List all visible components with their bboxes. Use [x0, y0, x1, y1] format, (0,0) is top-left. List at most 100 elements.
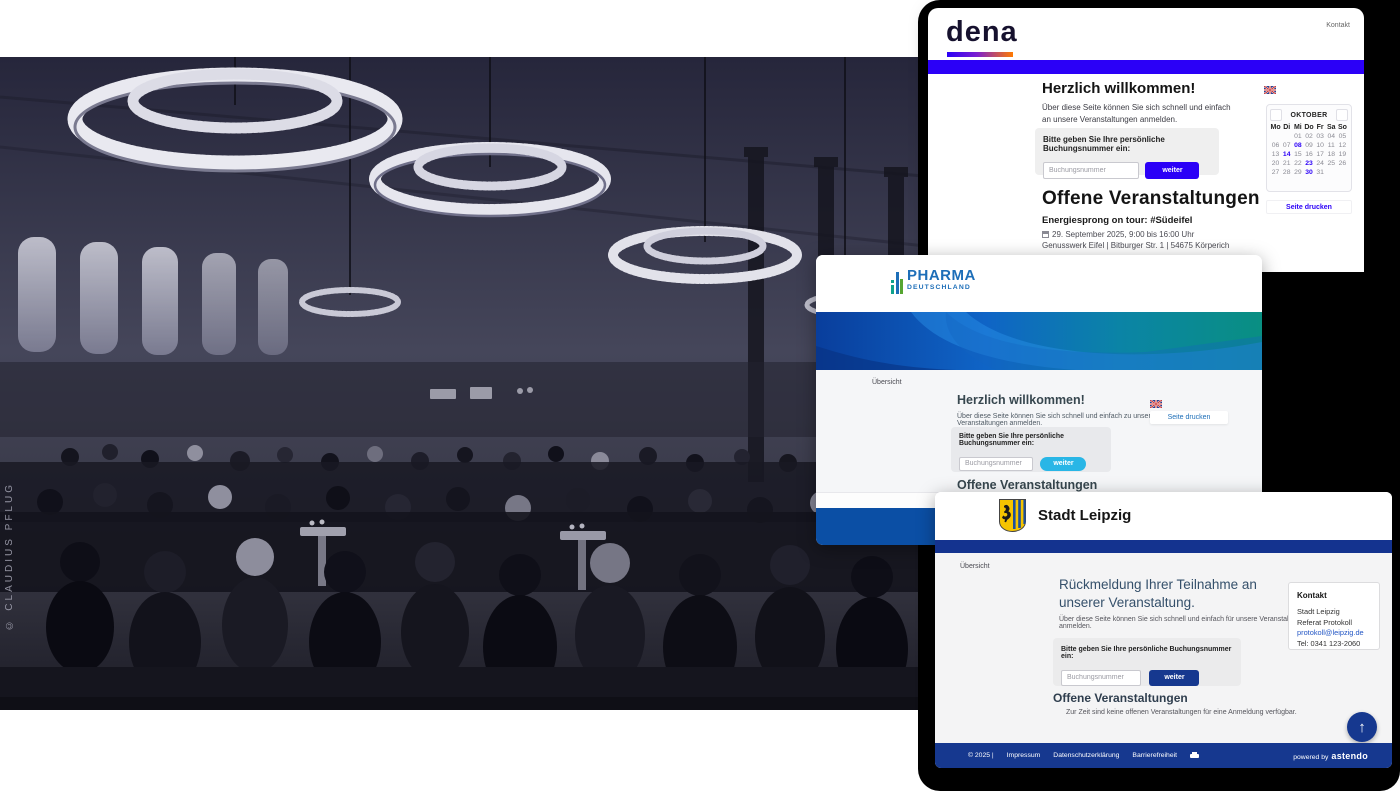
calendar-day[interactable]: 02 — [1303, 133, 1314, 140]
leipzig-coat-of-arms-icon — [999, 499, 1026, 532]
dena-events-title: Offene Veranstaltungen — [1042, 188, 1260, 210]
calendar-day[interactable]: 30 — [1303, 169, 1314, 176]
calendar-day-name: Di — [1281, 124, 1292, 131]
leipzig-booking-box: Bitte geben Sie Ihre persönliche Buchung… — [1053, 638, 1241, 686]
calendar-day[interactable]: 19 — [1337, 151, 1348, 158]
calendar-icon — [1042, 231, 1049, 238]
calendar-day-name: Mo — [1270, 124, 1281, 131]
scroll-to-top-button[interactable]: ↑ — [1347, 712, 1377, 742]
dena-booking-input[interactable] — [1043, 162, 1139, 179]
photo-illustration — [0, 57, 935, 710]
printer-icon[interactable] — [1190, 752, 1199, 759]
calendar-day[interactable]: 09 — [1303, 142, 1314, 149]
leipzig-logo: Stadt Leipzig — [999, 499, 1131, 532]
photo-credit: © CLAUDIUS PFLUG — [4, 482, 15, 630]
dena-welcome-title: Herzlich willkommen! — [1042, 80, 1195, 97]
calendar-day-name: Mi — [1292, 124, 1303, 131]
leipzig-events-empty: Zur Zeit sind keine offenen Veranstaltun… — [1066, 709, 1297, 716]
dena-logo-underline — [947, 52, 1013, 57]
pharma-booking-input[interactable] — [959, 457, 1033, 471]
calendar-day[interactable]: 17 — [1315, 151, 1326, 158]
dena-screenshot: dena Kontakt Herzlich willkommen! Über d… — [928, 8, 1364, 272]
calendar-day[interactable]: 07 — [1281, 142, 1292, 149]
leipzig-weiter-button[interactable]: weiter — [1149, 670, 1199, 686]
dena-logo: dena — [946, 18, 1018, 47]
dena-event-location: Genusswerk Eifel | Bitburger Str. 1 | 54… — [1042, 241, 1229, 250]
calendar-day-name: So — [1337, 124, 1348, 131]
leipzig-overview-link[interactable]: Übersicht — [960, 563, 990, 570]
dena-calendar: OKTOBER MoDiMiDoFrSaSo 01020304050607080… — [1266, 104, 1352, 192]
leipzig-contact-box: Kontakt Stadt Leipzig Referat Protokoll … — [1288, 582, 1380, 650]
pharma-print-button[interactable]: Seite drucken — [1150, 411, 1228, 424]
leipzig-booking-label: Bitte geben Sie Ihre persönliche Buchung… — [1061, 646, 1233, 660]
dena-blue-bar — [928, 60, 1364, 74]
english-flag-icon[interactable] — [1264, 86, 1276, 94]
pharma-logo-icon — [891, 268, 903, 298]
dena-booking-box: Bitte geben Sie Ihre persönliche Buchung… — [1035, 128, 1219, 175]
dena-calendar-grid: 0102030405 06070809101112 13141516171819 20… — [1270, 133, 1348, 176]
pharma-logo-line2: DEUTSCHLAND — [907, 285, 976, 292]
english-flag-icon[interactable] — [1150, 400, 1162, 408]
calendar-day[interactable]: 12 — [1337, 142, 1348, 149]
leipzig-booking-input[interactable] — [1061, 670, 1141, 686]
dena-event-datetime: 29. September 2025, 9:00 bis 16:00 Uhr — [1042, 230, 1194, 239]
pharma-header — [816, 255, 1262, 312]
calendar-day[interactable]: 03 — [1315, 133, 1326, 140]
contact-line: Stadt Leipzig — [1297, 607, 1371, 618]
event-hall-photo: © CLAUDIUS PFLUG — [0, 57, 935, 710]
calendar-day[interactable]: 27 — [1270, 169, 1281, 176]
calendar-day — [1270, 133, 1281, 140]
dena-weiter-button[interactable]: weiter — [1145, 162, 1199, 179]
calendar-day[interactable]: 29 — [1292, 169, 1303, 176]
contact-phone: Tel: 0341 123-2060 — [1297, 639, 1371, 650]
calendar-next-button[interactable] — [1336, 109, 1348, 121]
dena-welcome-text: Über diese Seite können Sie sich schnell… — [1042, 102, 1238, 127]
powered-by: powered byastendo — [1293, 751, 1368, 761]
calendar-day[interactable]: 01 — [1292, 133, 1303, 140]
calendar-day[interactable]: 13 — [1270, 151, 1281, 158]
calendar-day[interactable]: 22 — [1292, 160, 1303, 167]
leipzig-blue-bar — [935, 540, 1392, 553]
calendar-day[interactable]: 14 — [1281, 151, 1292, 158]
leipzig-footer: © 2025 | Impressum Datenschutzerklärung … — [935, 743, 1392, 768]
calendar-day[interactable]: 18 — [1326, 151, 1337, 158]
leipzig-welcome-text: Über diese Seite können Sie sich schnell… — [1059, 616, 1309, 630]
calendar-day[interactable]: 21 — [1281, 160, 1292, 167]
calendar-day[interactable]: 06 — [1270, 142, 1281, 149]
astendo-brand: astendo — [1331, 751, 1368, 761]
calendar-day[interactable]: 10 — [1315, 142, 1326, 149]
pharma-booking-box: Bitte geben Sie Ihre persönliche Buchung… — [951, 427, 1111, 472]
calendar-day[interactable]: 16 — [1303, 151, 1314, 158]
leipzig-events-title: Offene Veranstaltungen — [1053, 691, 1188, 705]
pharma-overview-link[interactable]: Übersicht — [872, 379, 902, 386]
calendar-day[interactable]: 15 — [1292, 151, 1303, 158]
leipzig-heading: Rückmeldung Ihrer Teilnahme an unserer V… — [1059, 576, 1274, 611]
pharma-banner — [816, 312, 1262, 370]
footer-link-impressum[interactable]: Impressum — [1007, 752, 1041, 759]
footer-link-barrierefreiheit[interactable]: Barrierefreiheit — [1132, 752, 1177, 759]
calendar-day[interactable]: 25 — [1326, 160, 1337, 167]
calendar-day[interactable]: 28 — [1281, 169, 1292, 176]
footer-link-datenschutz[interactable]: Datenschutzerklärung — [1053, 752, 1119, 759]
pharma-logo: PHARMA DEUTSCHLAND — [891, 268, 976, 298]
calendar-day[interactable]: 04 — [1326, 133, 1337, 140]
pharma-booking-label: Bitte geben Sie Ihre persönliche Buchung… — [959, 433, 1103, 447]
calendar-day[interactable]: 23 — [1303, 160, 1314, 167]
calendar-day[interactable]: 31 — [1315, 169, 1326, 176]
contact-title: Kontakt — [1297, 591, 1371, 600]
pharma-weiter-button[interactable]: weiter — [1040, 457, 1086, 471]
calendar-day — [1326, 169, 1337, 176]
calendar-day[interactable]: 24 — [1315, 160, 1326, 167]
calendar-prev-button[interactable] — [1270, 109, 1282, 121]
calendar-day — [1337, 169, 1348, 176]
calendar-day[interactable]: 20 — [1270, 160, 1281, 167]
calendar-day[interactable]: 26 — [1337, 160, 1348, 167]
dena-print-button[interactable]: Seite drucken — [1266, 200, 1352, 214]
dena-nav-kontakt[interactable]: Kontakt — [1326, 22, 1350, 29]
calendar-day[interactable]: 05 — [1337, 133, 1348, 140]
calendar-day[interactable]: 11 — [1326, 142, 1337, 149]
calendar-day[interactable]: 08 — [1292, 142, 1303, 149]
contact-email-link[interactable]: protokoll@leipzig.de — [1297, 628, 1371, 639]
dena-event-title[interactable]: Energiesprong on tour: #Südeifel — [1042, 215, 1192, 226]
calendar-month-label: OKTOBER — [1291, 112, 1328, 119]
